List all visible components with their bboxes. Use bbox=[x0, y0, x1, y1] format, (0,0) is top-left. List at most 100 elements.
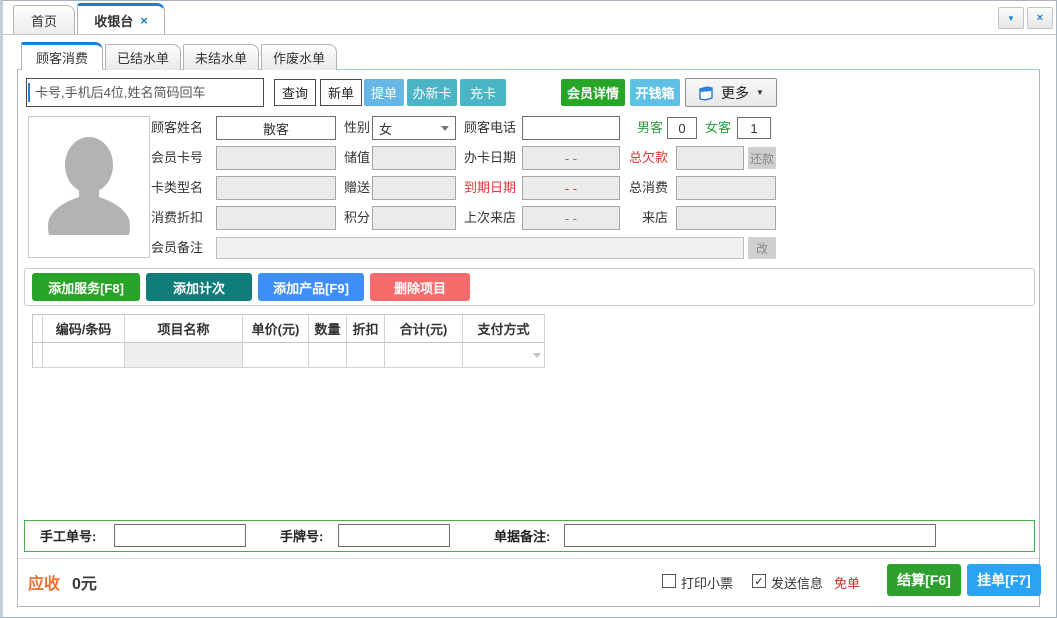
delete-item-button[interactable]: 删除项目 bbox=[370, 273, 470, 301]
discount-label: 消费折扣 bbox=[151, 206, 203, 230]
footer-divider bbox=[18, 558, 1039, 559]
recharge-label: 充卡 bbox=[470, 83, 496, 102]
receivable-label: 应收 bbox=[28, 570, 60, 594]
settle-button[interactable]: 结算[F6] bbox=[887, 564, 961, 596]
female-count-input[interactable] bbox=[737, 117, 771, 139]
table-row bbox=[33, 343, 545, 368]
total-debt-field bbox=[676, 146, 744, 170]
row-selector-header bbox=[33, 315, 43, 343]
recharge-card-button[interactable]: 充卡 bbox=[460, 79, 506, 106]
col-code: 编码/条码 bbox=[43, 315, 125, 343]
tab-home-label: 首页 bbox=[31, 11, 57, 30]
more-button[interactable]: 更多 ▼ bbox=[685, 78, 777, 107]
payment-method-cell[interactable] bbox=[463, 343, 545, 368]
pickup-order-button[interactable]: 提单 bbox=[364, 79, 404, 106]
more-label: 更多 bbox=[721, 83, 749, 103]
order-remark-label: 单据备注: bbox=[494, 526, 550, 545]
tag-no-input[interactable] bbox=[338, 524, 450, 547]
manual-no-input[interactable] bbox=[114, 524, 246, 547]
col-quantity: 数量 bbox=[309, 315, 347, 343]
gender-label: 性别 bbox=[344, 116, 370, 140]
new-order-button[interactable]: 新单 bbox=[320, 79, 362, 106]
member-detail-label: 会员详情 bbox=[567, 83, 619, 102]
subtab-label: 作废水单 bbox=[273, 48, 325, 67]
member-card-no-field bbox=[216, 146, 336, 170]
new-card-label: 办新卡 bbox=[412, 83, 451, 102]
unit-price-cell bbox=[243, 343, 309, 368]
row-selector-cell[interactable] bbox=[33, 343, 43, 368]
subtab-voided-bills[interactable]: 作废水单 bbox=[261, 44, 337, 70]
col-unit-price: 单价(元) bbox=[243, 315, 309, 343]
hold-order-button[interactable]: 挂单[F7] bbox=[967, 564, 1041, 596]
subtab-unsettled-bills[interactable]: 未结水单 bbox=[183, 44, 259, 70]
print-receipt-checkbox[interactable] bbox=[662, 574, 676, 588]
repay-label: 还款 bbox=[750, 150, 774, 167]
check-icon: ✓ bbox=[754, 575, 763, 588]
add-product-button[interactable]: 添加产品[F9] bbox=[258, 273, 364, 301]
add-times-label: 添加计次 bbox=[173, 278, 225, 297]
open-drawer-label: 开钱箱 bbox=[635, 83, 674, 102]
order-remark-input[interactable] bbox=[564, 524, 936, 547]
new-card-button[interactable]: 办新卡 bbox=[407, 79, 457, 106]
expire-date-label: 到期日期 bbox=[464, 176, 516, 200]
customer-name-label: 顾客姓名 bbox=[151, 116, 203, 140]
query-button[interactable]: 查询 bbox=[274, 79, 316, 106]
tab-list-dropdown-button[interactable]: ▼ bbox=[998, 7, 1024, 29]
receivable-value: 0元 bbox=[72, 570, 97, 594]
chevron-down-icon: ▼ bbox=[756, 88, 764, 97]
card-type-label: 卡类型名 bbox=[151, 176, 203, 200]
pickup-label: 提单 bbox=[371, 83, 397, 102]
close-tab-icon[interactable]: × bbox=[140, 13, 148, 28]
card-type-field bbox=[216, 176, 336, 200]
tab-home[interactable]: 首页 bbox=[13, 5, 75, 34]
member-detail-button[interactable]: 会员详情 bbox=[561, 79, 625, 106]
add-times-button[interactable]: 添加计次 bbox=[146, 273, 252, 301]
close-all-button[interactable]: × bbox=[1027, 7, 1053, 29]
points-label: 积分 bbox=[344, 206, 370, 230]
gift-field bbox=[372, 176, 456, 200]
visit-count-label: 来店 bbox=[642, 206, 668, 230]
male-count-input[interactable] bbox=[667, 117, 697, 139]
edit-remark-button[interactable]: 改 bbox=[748, 237, 776, 259]
visit-count-field bbox=[676, 206, 776, 230]
total-cell bbox=[385, 343, 463, 368]
order-items-table: 编码/条码 项目名称 单价(元) 数量 折扣 合计(元) 支付方式 bbox=[32, 314, 545, 368]
col-item-name: 项目名称 bbox=[125, 315, 243, 343]
print-receipt-label: 打印小票 bbox=[681, 573, 733, 592]
customer-phone-label: 顾客电话 bbox=[464, 116, 516, 140]
tabbar-divider bbox=[3, 34, 1056, 35]
member-card-no-label: 会员卡号 bbox=[151, 146, 203, 170]
col-discount: 折扣 bbox=[347, 315, 385, 343]
delete-item-label: 删除项目 bbox=[394, 278, 446, 297]
avatar bbox=[35, 123, 143, 251]
hold-label: 挂单[F7] bbox=[977, 570, 1031, 590]
tab-cashier[interactable]: 收银台 × bbox=[77, 3, 165, 34]
send-message-checkbox[interactable]: ✓ bbox=[752, 574, 766, 588]
repay-button[interactable]: 还款 bbox=[748, 147, 776, 169]
subtab-settled-bills[interactable]: 已结水单 bbox=[105, 44, 181, 70]
item-name-cell bbox=[125, 343, 243, 368]
customer-phone-input[interactable] bbox=[522, 116, 620, 140]
add-service-button[interactable]: 添加服务[F8] bbox=[32, 273, 140, 301]
customer-name-input[interactable] bbox=[216, 116, 336, 140]
new-order-label: 新单 bbox=[328, 83, 354, 102]
add-service-label: 添加服务[F8] bbox=[48, 278, 124, 297]
female-count-label: 女客 bbox=[705, 116, 731, 140]
customer-consume-panel: 查询 新单 提单 办新卡 充卡 会员详情 开钱箱 更多 ▼ bbox=[17, 69, 1040, 607]
gender-select[interactable]: 女 bbox=[372, 116, 456, 140]
add-product-label: 添加产品[F9] bbox=[273, 278, 349, 297]
chevron-down-icon: ▼ bbox=[1007, 14, 1015, 23]
stored-value-label: 储值 bbox=[344, 146, 370, 170]
open-drawer-button[interactable]: 开钱箱 bbox=[630, 79, 680, 106]
subtab-label: 已结水单 bbox=[117, 48, 169, 67]
subtab-customer-consume[interactable]: 顾客消费 bbox=[21, 42, 103, 70]
tab-cashier-label: 收银台 bbox=[94, 11, 133, 30]
card-date-label: 办卡日期 bbox=[464, 146, 516, 170]
send-message-label: 发送信息 bbox=[771, 573, 823, 592]
settle-label: 结算[F6] bbox=[897, 570, 951, 590]
total-spend-field bbox=[676, 176, 776, 200]
table-header-row: 编码/条码 项目名称 单价(元) 数量 折扣 合计(元) 支付方式 bbox=[33, 315, 545, 343]
search-input[interactable] bbox=[26, 78, 264, 107]
stored-value-field bbox=[372, 146, 456, 170]
free-order-link[interactable]: 免单 bbox=[834, 573, 860, 592]
